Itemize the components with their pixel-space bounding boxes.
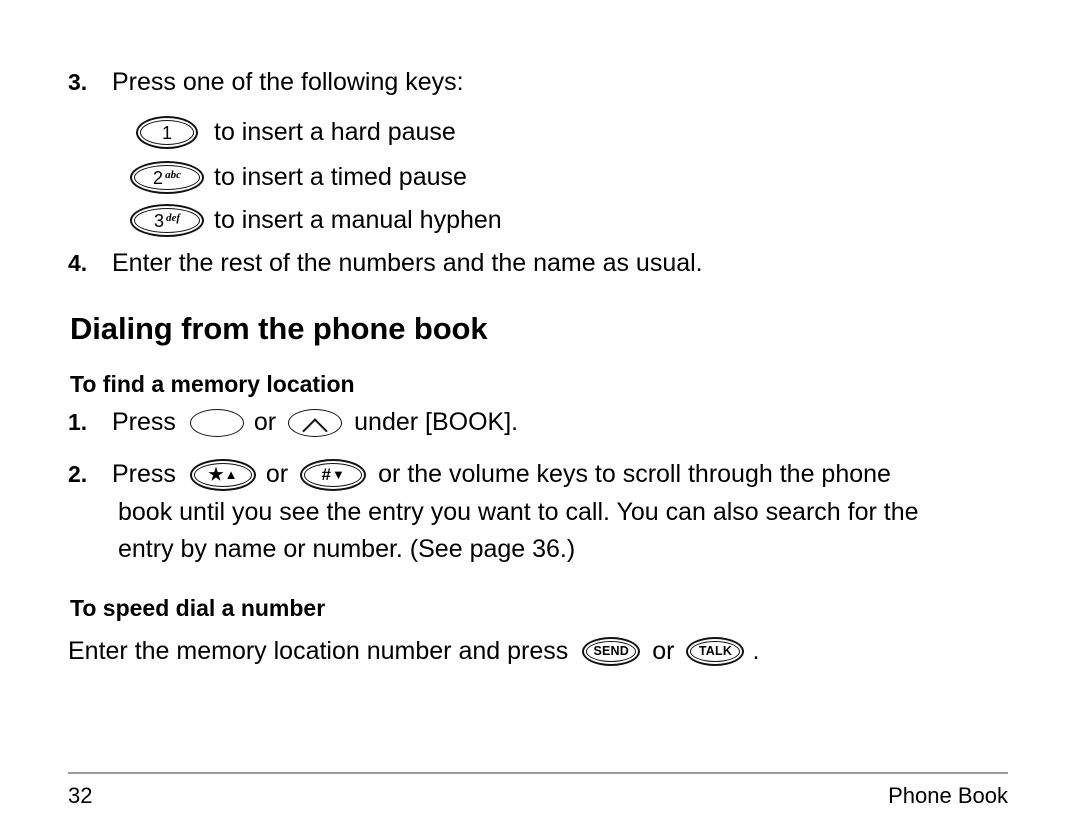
key-description-row-3: 3 def to insert a manual hyphen <box>130 202 502 239</box>
speed-dial-period: . <box>752 637 760 665</box>
list-item-find-step-1: 1. Press or under [BOOK]. <box>68 404 518 441</box>
find-step-2-text-before: Press <box>112 460 176 488</box>
right-soft-key-icon <box>288 408 343 437</box>
key-description-row-1: 1 to insert a hard pause <box>136 114 456 151</box>
arrow-down-icon: ▼ <box>331 467 345 482</box>
find-step-number-2: 2. <box>68 461 88 487</box>
find-step-1-text-before: Press <box>112 408 176 436</box>
find-step-2-line-2: book until you see the entry you want to… <box>118 498 919 526</box>
key-3-letters: def <box>165 212 181 224</box>
find-step-2-line-3: entry by name or number. (See page 36.) <box>118 535 576 563</box>
send-key-label: SEND <box>593 644 630 659</box>
find-step-2-line-1-tail: or the volume keys to scroll through the… <box>378 460 891 488</box>
arrow-up-icon: ▲ <box>224 467 238 482</box>
keypad-key-3def-icon: 3 def <box>130 204 204 237</box>
talk-key-icon: TALK <box>686 637 745 666</box>
find-step-1-or: or <box>253 408 277 436</box>
star-symbol: ★ <box>208 465 224 484</box>
subsection-heading-speed-dial: To speed dial a number <box>70 595 326 621</box>
key-1-digit: 1 <box>161 122 172 143</box>
key-2-digit: 2 <box>153 167 164 188</box>
step-number-4: 4. <box>68 250 88 276</box>
find-step-number-1: 1. <box>68 409 88 435</box>
step-number-3: 3. <box>68 69 88 95</box>
chevron-up-icon <box>300 417 330 429</box>
find-step-1-text-after: under [BOOK]. <box>354 408 519 436</box>
page-title: Dialing from the phone book <box>70 311 488 346</box>
list-item-step-4: 4. Enter the rest of the numbers and the… <box>68 245 703 282</box>
key-3-digit: 3 <box>153 210 164 231</box>
footer-page-number: 32 <box>68 783 93 808</box>
key-description-row-2: 2 abc to insert a timed pause <box>130 159 467 196</box>
left-soft-key-icon <box>189 408 244 437</box>
pound-down-key-icon: # ▼ <box>300 458 367 491</box>
star-up-key-icon: ★ ▲ <box>189 458 256 491</box>
manual-page: 3. Press one of the following keys: 1 to… <box>0 0 1080 834</box>
find-step-2-or: or <box>265 460 289 488</box>
send-key-icon: SEND <box>582 637 641 666</box>
speed-dial-instruction-row: Enter the memory location number and pre… <box>68 633 759 670</box>
key-2-description: to insert a timed pause <box>214 163 467 191</box>
speed-dial-or: or <box>652 637 675 665</box>
footer-divider <box>68 772 1008 774</box>
key-3-description: to insert a manual hyphen <box>214 206 502 234</box>
talk-key-label: TALK <box>698 644 733 659</box>
key-2-letters: abc <box>165 169 181 181</box>
step-4-text: Enter the rest of the numbers and the na… <box>112 249 703 277</box>
keypad-key-1-icon: 1 <box>136 116 198 149</box>
list-item-step-3: 3. Press one of the following keys: <box>68 64 464 101</box>
pound-symbol: # <box>321 465 331 484</box>
step-3-text: Press one of the following keys: <box>112 68 464 96</box>
subsection-heading-find-memory-location: To find a memory location <box>70 371 355 397</box>
keypad-key-2abc-icon: 2 abc <box>130 161 204 194</box>
list-item-find-step-2: 2. Press ★ ▲ or # ▼ or the volume keys t… <box>68 456 891 493</box>
speed-dial-text-before: Enter the memory location number and pre… <box>68 637 569 665</box>
key-1-description: to insert a hard pause <box>214 118 456 146</box>
footer-section-name: Phone Book <box>888 783 1008 808</box>
